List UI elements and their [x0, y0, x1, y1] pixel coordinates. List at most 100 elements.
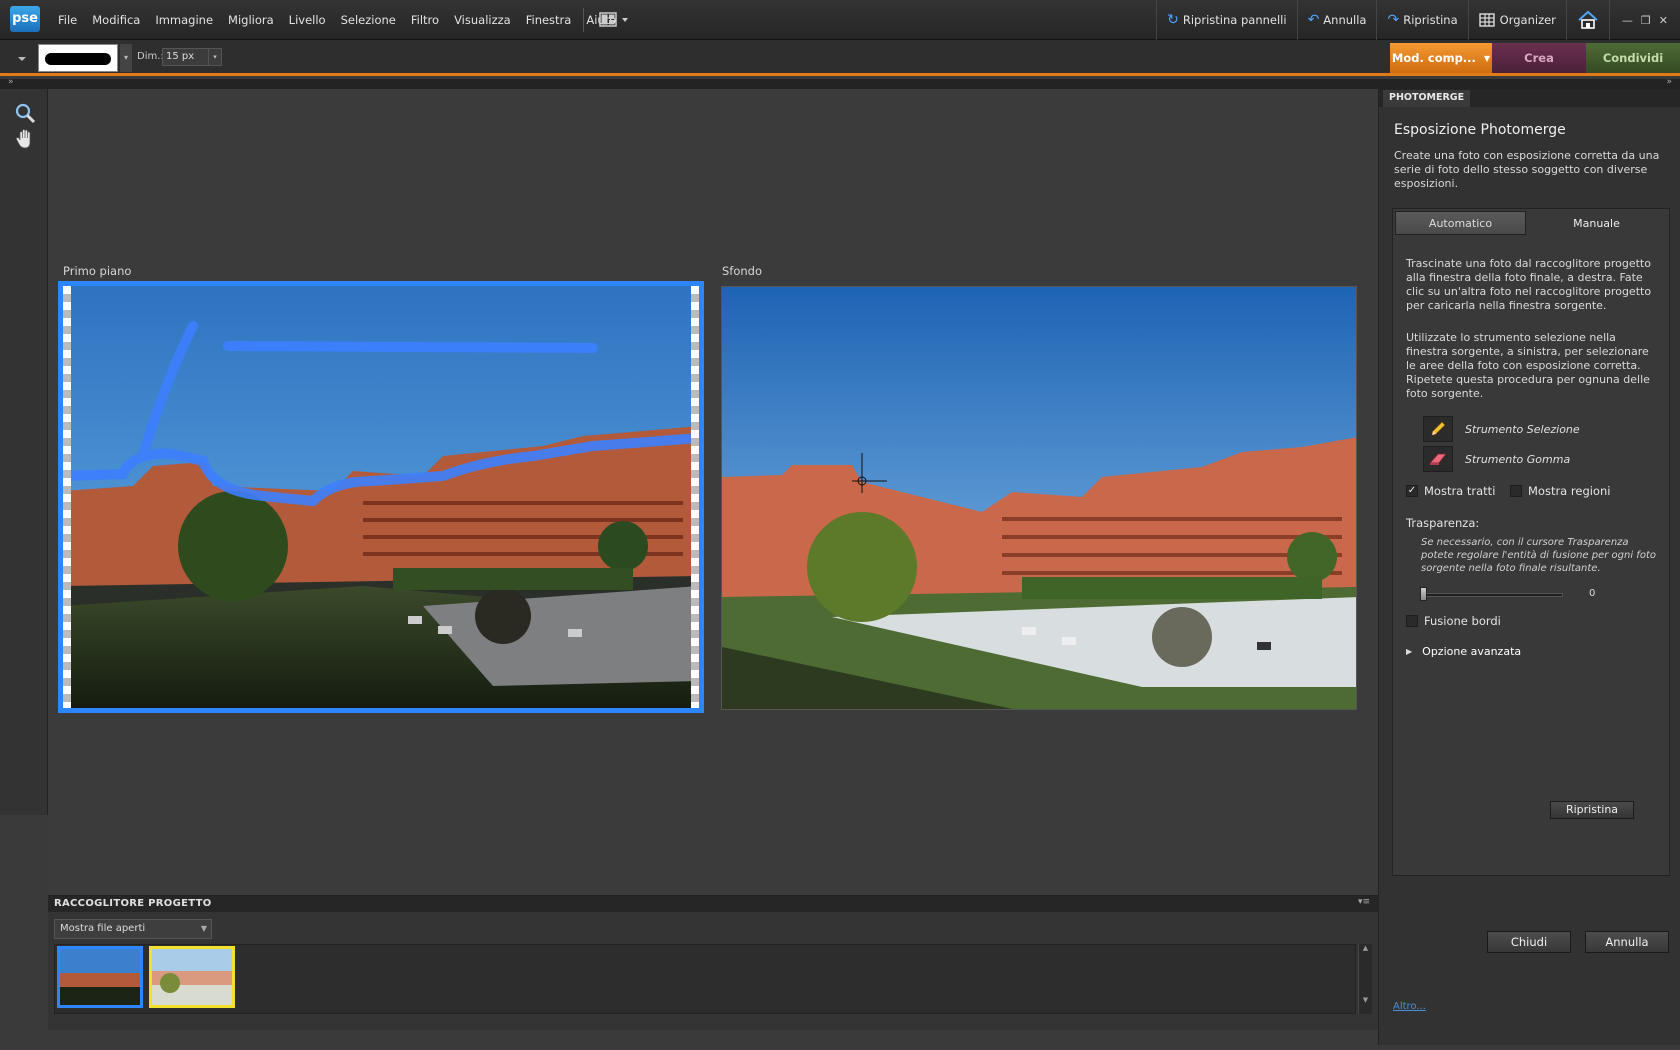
minimize-icon[interactable]: — [1622, 14, 1633, 27]
bin-filter-select[interactable]: Mostra file aperti ▼ [54, 919, 212, 939]
brush-picker-arrow[interactable]: ▾ [120, 44, 132, 72]
project-bin-title: RACCOGLITORE PROGETTO [54, 898, 212, 909]
close-button[interactable]: Chiudi [1487, 931, 1571, 953]
checkmark-icon: ✓ [1406, 485, 1418, 497]
mode-tabs: Mod. comp... ▼ Crea Condividi [1390, 43, 1680, 73]
mode-tab-bar: Automatico Manuale [1395, 211, 1667, 235]
foreground-photo-image [63, 286, 699, 708]
brush-preview[interactable] [38, 44, 118, 72]
hand-icon [15, 129, 31, 149]
menu-modifica[interactable]: Modifica [92, 13, 140, 27]
menu-livello[interactable]: Livello [289, 13, 326, 27]
panel-menu-icon[interactable]: ▾≡ [1358, 897, 1370, 907]
more-link[interactable]: Altro... [1393, 1001, 1426, 1012]
tool-options-bar: ▾ Dim.: 15 px ▾ Mod. comp... ▼ Crea Cond… [0, 40, 1680, 76]
transparency-slider-thumb[interactable] [1420, 587, 1427, 601]
menu-bar: pse File Modifica Immagine Migliora Live… [0, 0, 1680, 40]
refresh-icon: ↻ [1167, 12, 1179, 28]
tab-edit[interactable]: Mod. comp... ▼ [1390, 43, 1492, 73]
undo-icon: ↶ [1307, 12, 1320, 28]
bin-thumbnail-2[interactable] [149, 946, 235, 1008]
transparency-label: Trasparenza: [1406, 516, 1480, 530]
chevron-down-icon: ▼ [200, 924, 207, 933]
magnifier-icon [15, 103, 36, 124]
show-strokes-checkbox[interactable]: ✓ Mostra tratti [1406, 484, 1495, 498]
eraser-tool-row[interactable]: Strumento Gomma [1423, 446, 1570, 472]
selection-tool-label: Strumento Selezione [1465, 422, 1580, 436]
advanced-options-toggle[interactable]: ▶ Opzione avanzata [1406, 645, 1521, 658]
pencil-icon [1431, 421, 1446, 436]
window-controls: — ❐ ✕ [1608, 0, 1680, 40]
main-menu: File Modifica Immagine Migliora Livello … [58, 0, 631, 40]
restore-icon[interactable]: ❐ [1641, 14, 1651, 27]
organizer-button[interactable]: Organizer [1467, 0, 1566, 40]
project-bin: RACCOGLITORE PROGETTO ▾≡ Mostra file ape… [48, 895, 1378, 1045]
thumbnail-image [152, 949, 232, 1005]
cancel-button[interactable]: Annulla [1585, 931, 1669, 953]
zoom-tool[interactable] [13, 101, 37, 125]
scroll-down-icon[interactable]: ▼ [1359, 996, 1372, 1004]
redo-button[interactable]: ↷ Ripristina [1376, 0, 1467, 40]
size-dropdown[interactable]: ▾ [208, 49, 221, 65]
selection-tool-row[interactable]: Strumento Selezione [1423, 416, 1580, 442]
reset-panels-button[interactable]: ↻ Ripristina pannelli [1156, 0, 1296, 40]
blend-edges-checkbox[interactable]: Fusione bordi [1406, 614, 1501, 628]
triangle-right-icon: ▶ [1406, 647, 1413, 656]
chevron-down-icon [18, 57, 26, 61]
menu-filtro[interactable]: Filtro [411, 13, 439, 27]
panel-collapse-strip: » » [0, 77, 1680, 89]
close-icon[interactable]: ✕ [1659, 14, 1668, 27]
menu-migliora[interactable]: Migliora [228, 13, 274, 27]
tab-manual[interactable]: Manuale [1526, 211, 1667, 235]
foreground-photo[interactable] [63, 286, 699, 708]
toolbox [0, 89, 48, 815]
menu-selezione[interactable]: Selezione [341, 13, 396, 27]
home-button[interactable] [1565, 0, 1609, 40]
bin-scrollbar[interactable]: ▲ ▼ [1358, 944, 1372, 1014]
layout-button[interactable] [598, 11, 634, 29]
show-regions-checkbox[interactable]: Mostra regioni [1510, 484, 1610, 498]
undo-button[interactable]: ↶ Annulla [1296, 0, 1377, 40]
layout-grid-icon [599, 12, 628, 27]
menu-immagine[interactable]: Immagine [155, 13, 213, 27]
dropdown-arrow-icon: ▼ [1483, 53, 1491, 63]
home-icon [1578, 10, 1598, 29]
background-photo[interactable] [721, 286, 1357, 710]
panel-tab-photomerge[interactable]: PHOTOMERGE [1383, 90, 1471, 107]
eraser-tool-button[interactable] [1423, 446, 1453, 472]
expand-toolbox-icon[interactable]: » [8, 77, 14, 87]
checkbox-empty [1406, 615, 1418, 627]
scroll-up-icon[interactable]: ▲ [1359, 944, 1372, 952]
bin-thumbnail-1[interactable] [57, 946, 143, 1008]
bin-thumbnails [54, 944, 1356, 1014]
tab-automatic[interactable]: Automatico [1395, 211, 1526, 235]
selection-tool-button[interactable] [1423, 416, 1453, 442]
organizer-grid-icon [1478, 13, 1495, 27]
panel-title: Esposizione Photomerge [1394, 122, 1566, 138]
panel-description: Create una foto con esposizione corretta… [1394, 149, 1660, 190]
expand-panel-icon[interactable]: » [1666, 77, 1672, 87]
eraser-icon [1429, 453, 1447, 465]
transparency-note: Se necessario, con il cursore Trasparenz… [1421, 537, 1656, 574]
transparency-checker-right [691, 286, 699, 708]
instructions-step-1: Trascinate una foto dal raccoglitore pro… [1406, 257, 1652, 312]
photomerge-options-box: Automatico Manuale Trascinate una foto d… [1392, 208, 1670, 876]
tab-share[interactable]: Condividi [1586, 43, 1680, 73]
background-photo-image [722, 287, 1356, 709]
thumbnail-image [60, 949, 140, 1005]
foreground-label: Primo piano [63, 264, 132, 278]
menu-visualizza[interactable]: Visualizza [454, 13, 511, 27]
hand-tool[interactable] [13, 127, 37, 151]
eraser-tool-label: Strumento Gomma [1465, 452, 1571, 466]
menu-file[interactable]: File [58, 13, 77, 27]
reset-button[interactable]: Ripristina [1550, 801, 1634, 819]
tab-create[interactable]: Crea [1492, 43, 1586, 73]
status-bar [0, 1030, 1378, 1050]
transparency-checker-left [63, 286, 71, 708]
tool-preset-dropdown[interactable] [10, 48, 34, 68]
panel-tab-bar: PHOTOMERGE [1379, 89, 1680, 107]
transparency-slider[interactable] [1421, 593, 1563, 597]
foreground-canvas[interactable] [58, 281, 704, 713]
transparency-value: 0 [1589, 588, 1596, 599]
menu-finestra[interactable]: Finestra [526, 13, 572, 27]
